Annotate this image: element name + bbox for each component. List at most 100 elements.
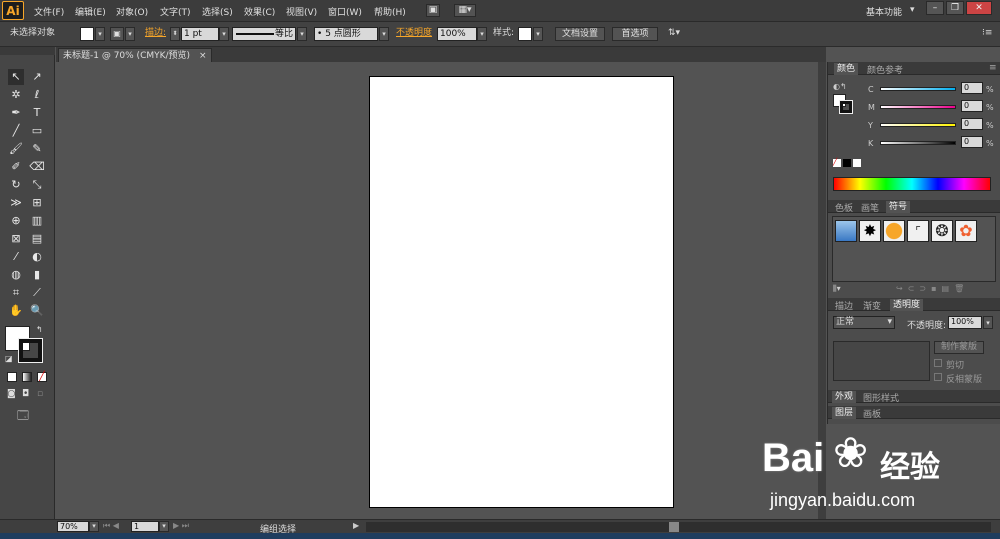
panel-menu-icon[interactable]: ⁝≡ bbox=[982, 26, 992, 42]
tab-swatches[interactable]: 色板 bbox=[832, 201, 856, 214]
symbol-dark-ring[interactable]: ❂ bbox=[931, 220, 953, 242]
symbol-orange-button[interactable] bbox=[883, 220, 905, 242]
rotate-tool-icon[interactable]: ↻ bbox=[8, 177, 24, 193]
slice-tool-icon[interactable]: ⟋ bbox=[29, 285, 45, 301]
black-swatch[interactable] bbox=[843, 159, 851, 167]
menu-object[interactable]: 对象(O) bbox=[116, 5, 148, 18]
perspective-grid-tool-icon[interactable]: ▥ bbox=[29, 213, 45, 229]
selection-tool-icon[interactable]: ↖ bbox=[8, 69, 24, 85]
tab-artboards[interactable]: 画板 bbox=[860, 407, 884, 420]
artboard-field[interactable]: 1 bbox=[131, 521, 159, 532]
workspace-dropdown-icon[interactable]: ▾ bbox=[910, 5, 915, 15]
transparency-opacity-field[interactable]: 100% bbox=[948, 316, 982, 329]
symbol-blue-banner[interactable] bbox=[835, 220, 857, 242]
channel-y-value[interactable]: 0 bbox=[961, 118, 983, 130]
mesh-tool-icon[interactable]: ⊠ bbox=[8, 231, 24, 247]
stroke-swatch[interactable]: ▣ bbox=[110, 27, 124, 41]
direct-selection-tool-icon[interactable]: ↗ bbox=[29, 69, 45, 85]
symbol-sprayer-tool-icon[interactable]: ◍ bbox=[8, 267, 24, 283]
shape-builder-tool-icon[interactable]: ⊕ bbox=[8, 213, 24, 229]
opacity-field[interactable]: 100% bbox=[437, 27, 477, 41]
draw-inside-icon[interactable]: ▫ bbox=[37, 389, 43, 399]
invert-mask-checkbox[interactable] bbox=[934, 373, 942, 381]
symbol-corner[interactable]: ⌜ bbox=[907, 220, 929, 242]
tab-symbols[interactable]: 符号 bbox=[886, 201, 911, 213]
type-tool-icon[interactable]: T bbox=[29, 105, 45, 121]
tab-appearance[interactable]: 外观 bbox=[832, 391, 857, 403]
stroke-stepper-icon[interactable]: ⬍ bbox=[170, 27, 180, 41]
status-menu-icon[interactable]: ▶ bbox=[353, 521, 359, 530]
draw-behind-icon[interactable]: ◘ bbox=[22, 389, 29, 399]
symbol-flower[interactable]: ✿ bbox=[955, 220, 977, 242]
menu-help[interactable]: 帮助(H) bbox=[374, 5, 406, 18]
swap-colors-icon[interactable]: ↰ bbox=[36, 325, 43, 334]
symbol-ink-splat[interactable]: ✸ bbox=[859, 220, 881, 242]
zoom-field[interactable]: 70% bbox=[57, 521, 89, 532]
pen-tool-icon[interactable]: ✒ bbox=[8, 105, 24, 121]
blend-tool-icon[interactable]: ◐ bbox=[29, 249, 45, 265]
stroke-dropdown-icon[interactable]: ▾ bbox=[125, 27, 135, 41]
tab-graphic-styles[interactable]: 图形样式 bbox=[860, 391, 902, 404]
channel-k-slider[interactable] bbox=[880, 141, 956, 145]
symbol-actions-icon[interactable]: ↪⊂⊃▪▤🗑 bbox=[896, 284, 969, 293]
menu-type[interactable]: 文字(T) bbox=[160, 5, 191, 18]
none-swatch[interactable]: ╱ bbox=[833, 159, 841, 167]
channel-y-slider[interactable] bbox=[880, 123, 956, 127]
stroke-profile-field[interactable]: 等比 bbox=[232, 27, 296, 41]
first-artboard-icon[interactable]: ⏮ ◀ bbox=[103, 521, 119, 531]
stroke-weight-field[interactable]: 1 pt bbox=[181, 27, 219, 41]
none-mode-icon[interactable]: ╱ bbox=[37, 372, 47, 382]
transparency-opacity-dropdown-icon[interactable]: ▾ bbox=[983, 316, 993, 329]
tab-layers[interactable]: 图层 bbox=[832, 407, 857, 419]
arrange-docs-icon[interactable]: ▦▾ bbox=[454, 4, 476, 17]
pencil-tool-icon[interactable]: ✎ bbox=[29, 141, 45, 157]
menu-window[interactable]: 窗口(W) bbox=[328, 5, 362, 18]
color-picker-icon[interactable]: ◐↰ bbox=[833, 82, 847, 91]
preferences-button[interactable]: 首选项 bbox=[612, 27, 658, 41]
stroke-weight-dropdown-icon[interactable]: ▾ bbox=[219, 27, 229, 41]
symbol-library-icon[interactable]: ⫼▾ bbox=[833, 284, 841, 294]
stroke-color-box[interactable] bbox=[18, 338, 43, 363]
magic-wand-tool-icon[interactable]: ✲ bbox=[8, 87, 24, 103]
blob-brush-tool-icon[interactable]: ✐ bbox=[8, 159, 24, 175]
color-spectrum[interactable] bbox=[833, 177, 991, 191]
rectangle-tool-icon[interactable]: ▭ bbox=[29, 123, 45, 139]
opacity-dropdown-icon[interactable]: ▾ bbox=[477, 27, 487, 41]
panel-stroke-swatch[interactable] bbox=[839, 100, 853, 114]
horizontal-scrollbar[interactable] bbox=[366, 522, 991, 532]
default-colors-icon[interactable]: ◪ bbox=[5, 354, 13, 363]
width-tool-icon[interactable]: ≫ bbox=[8, 195, 24, 211]
scale-tool-icon[interactable]: ⤡ bbox=[29, 177, 45, 193]
artboard-tool-icon[interactable]: ⌗ bbox=[8, 285, 24, 301]
tab-color[interactable]: 颜色 bbox=[834, 63, 859, 75]
channel-m-value[interactable]: 0 bbox=[961, 100, 983, 112]
channel-c-value[interactable]: 0 bbox=[961, 82, 983, 94]
paintbrush-tool-icon[interactable]: 🖌 bbox=[8, 141, 24, 157]
close-tab-icon[interactable]: × bbox=[199, 51, 207, 61]
gradient-mode-icon[interactable] bbox=[22, 372, 32, 382]
menu-edit[interactable]: 编辑(E) bbox=[75, 5, 106, 18]
brush-dropdown-icon[interactable]: ▾ bbox=[379, 27, 389, 41]
workspace-switcher[interactable]: 基本功能 bbox=[866, 5, 902, 18]
column-graph-tool-icon[interactable]: ▮ bbox=[29, 267, 45, 283]
zoom-dropdown-icon[interactable]: ▾ bbox=[89, 521, 99, 532]
free-transform-tool-icon[interactable]: ⊞ bbox=[29, 195, 45, 211]
channel-k-value[interactable]: 0 bbox=[961, 136, 983, 148]
screen-mode-icon[interactable]: 🗔 bbox=[17, 407, 29, 426]
stroke-profile-dropdown-icon[interactable]: ▾ bbox=[297, 27, 307, 41]
document-setup-button[interactable]: 文档设置 bbox=[555, 27, 605, 41]
tab-stroke[interactable]: 描边 bbox=[832, 299, 856, 312]
opacity-label[interactable]: 不透明度 bbox=[396, 26, 432, 42]
zoom-tool-icon[interactable]: 🔍 bbox=[29, 303, 45, 319]
hand-tool-icon[interactable]: ✋ bbox=[8, 303, 24, 319]
artboard[interactable] bbox=[369, 76, 674, 508]
menu-effect[interactable]: 效果(C) bbox=[244, 5, 275, 18]
tab-color-guide[interactable]: 颜色参考 bbox=[864, 63, 906, 76]
lasso-tool-icon[interactable]: ℓ bbox=[29, 87, 45, 103]
clip-checkbox[interactable] bbox=[934, 359, 942, 367]
horizontal-scroll-thumb[interactable] bbox=[669, 522, 679, 532]
artboard-dropdown-icon[interactable]: ▾ bbox=[159, 521, 169, 532]
color-mode-icon[interactable] bbox=[7, 372, 17, 382]
next-artboard-icon[interactable]: ▶ ⏭ bbox=[173, 521, 189, 531]
arrange-icon[interactable]: ⇅▾ bbox=[668, 26, 680, 42]
